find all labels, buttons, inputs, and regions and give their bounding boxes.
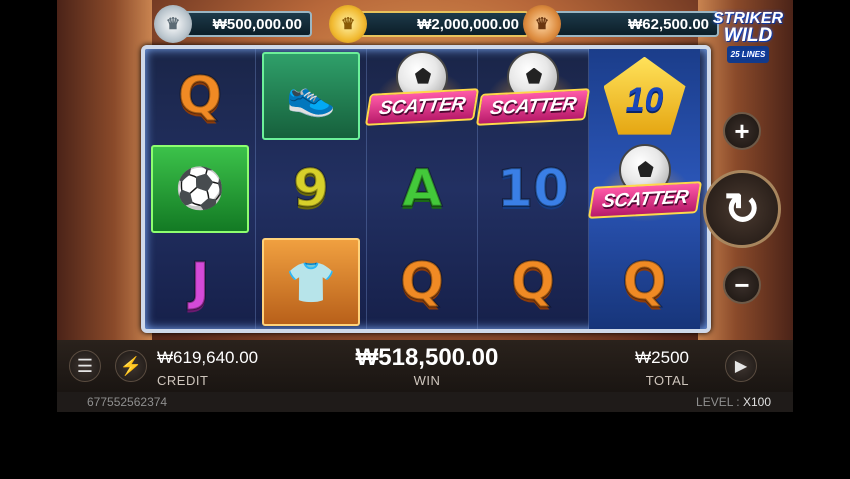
symbol-letter: Q bbox=[510, 251, 556, 313]
autoplay-icon[interactable]: ▶ bbox=[725, 350, 757, 382]
reel-cell: 👕 bbox=[256, 236, 366, 329]
logo-line-lines: 25 LINES bbox=[726, 46, 770, 63]
scatter-label: SCATTER bbox=[475, 87, 591, 126]
jackpot-gold: ♛ ₩2,000,000.00 bbox=[329, 5, 529, 43]
symbol-letter: 10 bbox=[496, 158, 570, 220]
symbol-letter: J bbox=[189, 251, 210, 313]
football-boot-icon: 👟 bbox=[262, 51, 360, 140]
level-value: X100 bbox=[742, 395, 771, 409]
silver-medal-icon: ♛ bbox=[154, 5, 192, 43]
game-logo: STRIKER WILD 25 LINES bbox=[705, 10, 791, 68]
logo-line-wild: WILD bbox=[723, 25, 773, 46]
total-bet-value: ₩2500 bbox=[635, 348, 689, 367]
decrease-bet-button[interactable]: − bbox=[723, 266, 761, 304]
badge-value: 10 bbox=[625, 81, 664, 120]
jackpot-gold-amount: ₩2,000,000.00 bbox=[357, 11, 529, 37]
jackpot-bronze-amount: ₩62,500.00 bbox=[551, 11, 719, 37]
reel-5: 10 SCATTER Q bbox=[587, 49, 702, 329]
level-label: LEVEL bbox=[696, 395, 733, 409]
turbo-lightning-icon[interactable]: ⚡ bbox=[115, 350, 147, 382]
level-indicator: LEVEL : X100 bbox=[696, 395, 771, 409]
symbol-letter: 9 bbox=[292, 158, 330, 220]
symbol-letter: Q bbox=[621, 251, 667, 313]
symbol-letter: Q bbox=[399, 251, 445, 313]
reel-1: Q ⚽ J bbox=[145, 49, 256, 329]
reel-3: SCATTER A Q bbox=[364, 49, 480, 329]
credit-value: ₩619,640.00 bbox=[157, 348, 259, 367]
reel-cell: SCATTER bbox=[364, 49, 480, 142]
win-value: ₩518,500.00 bbox=[355, 344, 499, 371]
jackpot-silver: ♛ ₩500,000.00 bbox=[154, 5, 312, 43]
goal-net-icon: ⚽ bbox=[151, 144, 249, 233]
reel-cell: Q bbox=[478, 236, 588, 329]
reel-cell: 9 bbox=[256, 142, 366, 235]
total-bet-label: TOTAL bbox=[645, 373, 689, 388]
jersey-icon: 👕 bbox=[262, 238, 360, 327]
scatter-symbol: SCATTER bbox=[587, 143, 702, 234]
jackpot-silver-amount: ₩500,000.00 bbox=[182, 11, 312, 37]
gold-medal-icon: ♛ bbox=[329, 5, 367, 43]
ten-badge-symbol: 10 bbox=[603, 56, 686, 135]
game-screen: ♛ ₩500,000.00 ♛ ₩2,000,000.00 ♛ ₩62,500.… bbox=[57, 0, 793, 412]
reel-cell: SCATTER bbox=[587, 142, 702, 235]
reel-cell: ⚽ bbox=[145, 142, 255, 235]
bronze-medal-icon: ♛ bbox=[523, 5, 561, 43]
reel-cell: SCATTER bbox=[475, 49, 591, 142]
symbol-letter: A bbox=[401, 158, 443, 220]
reel-2: 👟 9 👕 bbox=[256, 49, 367, 329]
scatter-label: SCATTER bbox=[587, 181, 702, 219]
scatter-symbol: SCATTER bbox=[475, 50, 591, 141]
reel-cell: A bbox=[367, 142, 477, 235]
credit-label: CREDIT bbox=[157, 373, 209, 388]
reel-cell: 10 bbox=[478, 142, 588, 235]
reel-cell: 👟 bbox=[256, 49, 366, 142]
scatter-label: SCATTER bbox=[364, 87, 480, 126]
spin-button[interactable]: ↻ bbox=[703, 170, 781, 248]
symbol-letter: Q bbox=[177, 65, 223, 127]
reel-cell: Q bbox=[367, 236, 477, 329]
reel-cell: Q bbox=[145, 49, 255, 142]
menu-icon[interactable]: ☰ bbox=[69, 350, 101, 382]
game-round-id: 677552562374 bbox=[87, 395, 168, 409]
jackpot-bronze: ♛ ₩62,500.00 bbox=[523, 5, 719, 43]
win-label: WIN bbox=[413, 373, 441, 388]
reel-4: SCATTER 10 Q bbox=[475, 49, 591, 329]
reel-grid: Q ⚽ J 👟 9 👕 SCATTER A Q SCATTER 10 Q 10 … bbox=[141, 45, 711, 333]
scatter-symbol: SCATTER bbox=[364, 50, 480, 141]
footer-bar: 677552562374 LEVEL : X100 bbox=[57, 392, 793, 412]
stadium-left-decor bbox=[57, 0, 152, 340]
bottom-bar: ☰ ⚡ ₩619,640.00 CREDIT ₩518,500.00 WIN ₩… bbox=[57, 340, 793, 392]
increase-bet-button[interactable]: + bbox=[723, 112, 761, 150]
reel-cell: J bbox=[145, 236, 255, 329]
reel-cell: 10 bbox=[589, 49, 700, 142]
reel-cell: Q bbox=[589, 236, 700, 329]
